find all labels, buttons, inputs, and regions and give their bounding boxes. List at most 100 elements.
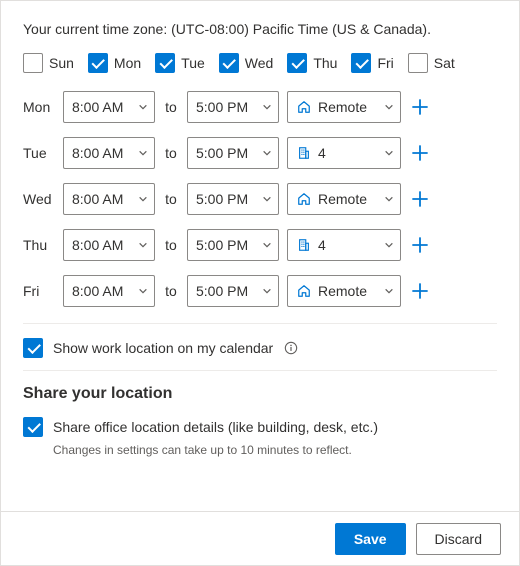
building-icon [296, 237, 312, 253]
day-checkbox[interactable] [351, 53, 371, 73]
start-time-dropdown[interactable]: 8:00 AM [63, 275, 155, 307]
day-toggle-sun: Sun [23, 53, 74, 73]
home-icon [296, 99, 312, 115]
plus-icon [411, 144, 429, 162]
location-dropdown[interactable]: Remote [287, 91, 401, 123]
chevron-down-icon [138, 286, 148, 296]
save-button[interactable]: Save [335, 523, 406, 555]
location-value: Remote [318, 99, 378, 115]
add-slot-button[interactable] [409, 96, 431, 118]
end-time-value: 5:00 PM [196, 145, 256, 161]
start-time-value: 8:00 AM [72, 145, 132, 161]
timezone-text: Your current time zone: (UTC-08:00) Paci… [23, 21, 497, 37]
start-time-dropdown[interactable]: 8:00 AM [63, 183, 155, 215]
chevron-down-icon [262, 286, 272, 296]
day-label: Thu [313, 55, 337, 71]
chevron-down-icon [262, 148, 272, 158]
chevron-down-icon [384, 148, 394, 158]
chevron-down-icon [138, 240, 148, 250]
day-checkbox[interactable] [287, 53, 307, 73]
plus-icon [411, 282, 429, 300]
plus-icon [411, 190, 429, 208]
day-label: Fri [377, 55, 393, 71]
location-value: 4 [318, 145, 378, 161]
start-time-dropdown[interactable]: 8:00 AM [63, 137, 155, 169]
start-time-dropdown[interactable]: 8:00 AM [63, 229, 155, 261]
schedule-day-label: Wed [23, 191, 55, 207]
building-icon [296, 145, 312, 161]
end-time-value: 5:00 PM [196, 99, 256, 115]
day-toggle-fri: Fri [351, 53, 393, 73]
schedule-day-label: Fri [23, 283, 55, 299]
chevron-down-icon [384, 240, 394, 250]
plus-icon [411, 98, 429, 116]
day-checkbox[interactable] [155, 53, 175, 73]
day-toggle-mon: Mon [88, 53, 141, 73]
home-icon [296, 191, 312, 207]
chevron-down-icon [262, 240, 272, 250]
to-label: to [163, 283, 179, 299]
location-value: 4 [318, 237, 378, 253]
end-time-value: 5:00 PM [196, 283, 256, 299]
add-slot-button[interactable] [409, 188, 431, 210]
day-label: Sat [434, 55, 455, 71]
chevron-down-icon [384, 286, 394, 296]
show-location-checkbox[interactable] [23, 338, 43, 358]
share-details-checkbox[interactable] [23, 417, 43, 437]
divider [23, 370, 497, 371]
day-toggle-thu: Thu [287, 53, 337, 73]
to-label: to [163, 99, 179, 115]
chevron-down-icon [384, 102, 394, 112]
schedule-row-fri: Fri 8:00 AM to 5:00 PM Remote [23, 275, 497, 307]
chevron-down-icon [138, 194, 148, 204]
end-time-dropdown[interactable]: 5:00 PM [187, 275, 279, 307]
schedule-row-mon: Mon 8:00 AM to 5:00 PM Remote [23, 91, 497, 123]
share-location-title: Share your location [23, 385, 497, 403]
to-label: to [163, 237, 179, 253]
chevron-down-icon [262, 194, 272, 204]
day-checkbox[interactable] [88, 53, 108, 73]
show-location-label: Show work location on my calendar [53, 340, 273, 356]
add-slot-button[interactable] [409, 142, 431, 164]
end-time-dropdown[interactable]: 5:00 PM [187, 91, 279, 123]
to-label: to [163, 145, 179, 161]
day-label: Tue [181, 55, 205, 71]
location-dropdown[interactable]: Remote [287, 183, 401, 215]
share-details-label: Share office location details (like buil… [53, 419, 378, 435]
to-label: to [163, 191, 179, 207]
plus-icon [411, 236, 429, 254]
start-time-dropdown[interactable]: 8:00 AM [63, 91, 155, 123]
add-slot-button[interactable] [409, 280, 431, 302]
chevron-down-icon [138, 102, 148, 112]
add-slot-button[interactable] [409, 234, 431, 256]
chevron-down-icon [384, 194, 394, 204]
location-value: Remote [318, 283, 378, 299]
end-time-dropdown[interactable]: 5:00 PM [187, 229, 279, 261]
schedule-row-wed: Wed 8:00 AM to 5:00 PM Remote [23, 183, 497, 215]
schedule-day-label: Mon [23, 99, 55, 115]
day-checkbox[interactable] [23, 53, 43, 73]
start-time-value: 8:00 AM [72, 237, 132, 253]
day-label: Sun [49, 55, 74, 71]
start-time-value: 8:00 AM [72, 191, 132, 207]
chevron-down-icon [138, 148, 148, 158]
chevron-down-icon [262, 102, 272, 112]
location-value: Remote [318, 191, 378, 207]
schedule-day-label: Tue [23, 145, 55, 161]
end-time-dropdown[interactable]: 5:00 PM [187, 137, 279, 169]
discard-button[interactable]: Discard [416, 523, 501, 555]
start-time-value: 8:00 AM [72, 99, 132, 115]
location-dropdown[interactable]: 4 [287, 229, 401, 261]
start-time-value: 8:00 AM [72, 283, 132, 299]
day-toggle-wed: Wed [219, 53, 274, 73]
day-toggle-tue: Tue [155, 53, 205, 73]
day-checkbox[interactable] [408, 53, 428, 73]
workdays-row: Sun Mon Tue Wed Thu Fri Sat [23, 53, 497, 73]
day-checkbox[interactable] [219, 53, 239, 73]
location-dropdown[interactable]: Remote [287, 275, 401, 307]
end-time-value: 5:00 PM [196, 191, 256, 207]
location-dropdown[interactable]: 4 [287, 137, 401, 169]
info-icon[interactable] [283, 340, 299, 356]
end-time-dropdown[interactable]: 5:00 PM [187, 183, 279, 215]
day-toggle-sat: Sat [408, 53, 455, 73]
